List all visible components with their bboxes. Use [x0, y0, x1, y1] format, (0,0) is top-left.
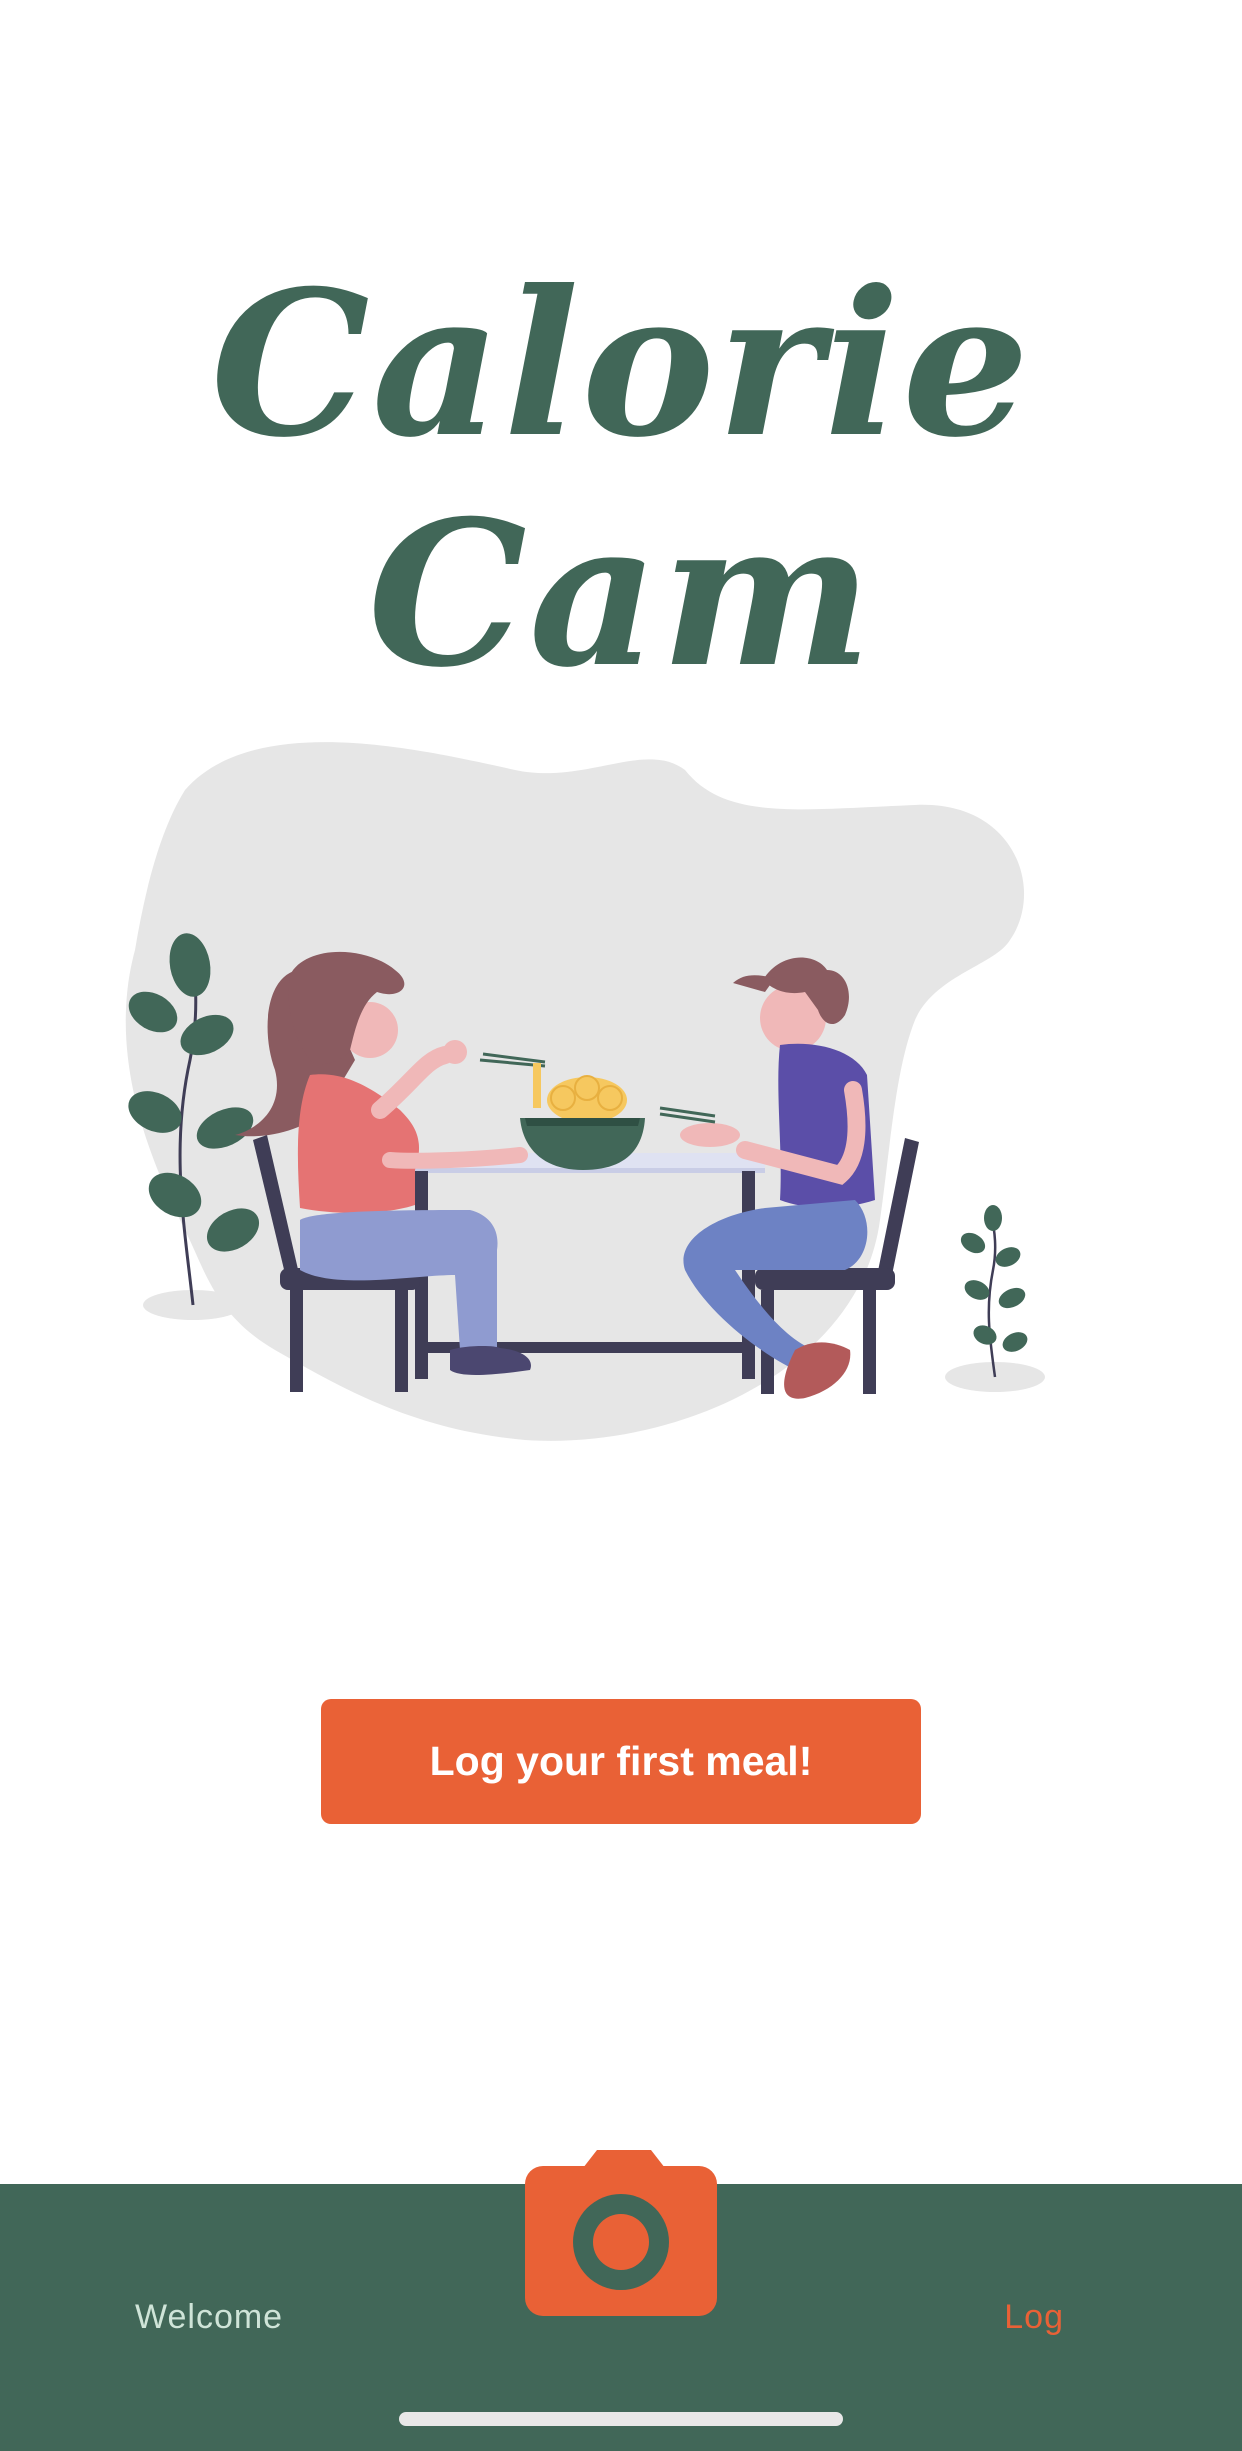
tab-welcome[interactable]: Welcome [135, 2298, 283, 2337]
home-indicator [399, 2412, 843, 2426]
right-plant [960, 1205, 1028, 1378]
log-first-meal-button[interactable]: Log your first meal! [321, 1699, 921, 1824]
tab-log[interactable]: Log [1004, 2298, 1064, 2337]
camera-tab-button[interactable] [525, 2150, 717, 2316]
dining-illustration [125, 742, 1045, 1441]
camera-icon [525, 2150, 717, 2316]
app-title: Calorie Cam [210, 247, 1032, 712]
